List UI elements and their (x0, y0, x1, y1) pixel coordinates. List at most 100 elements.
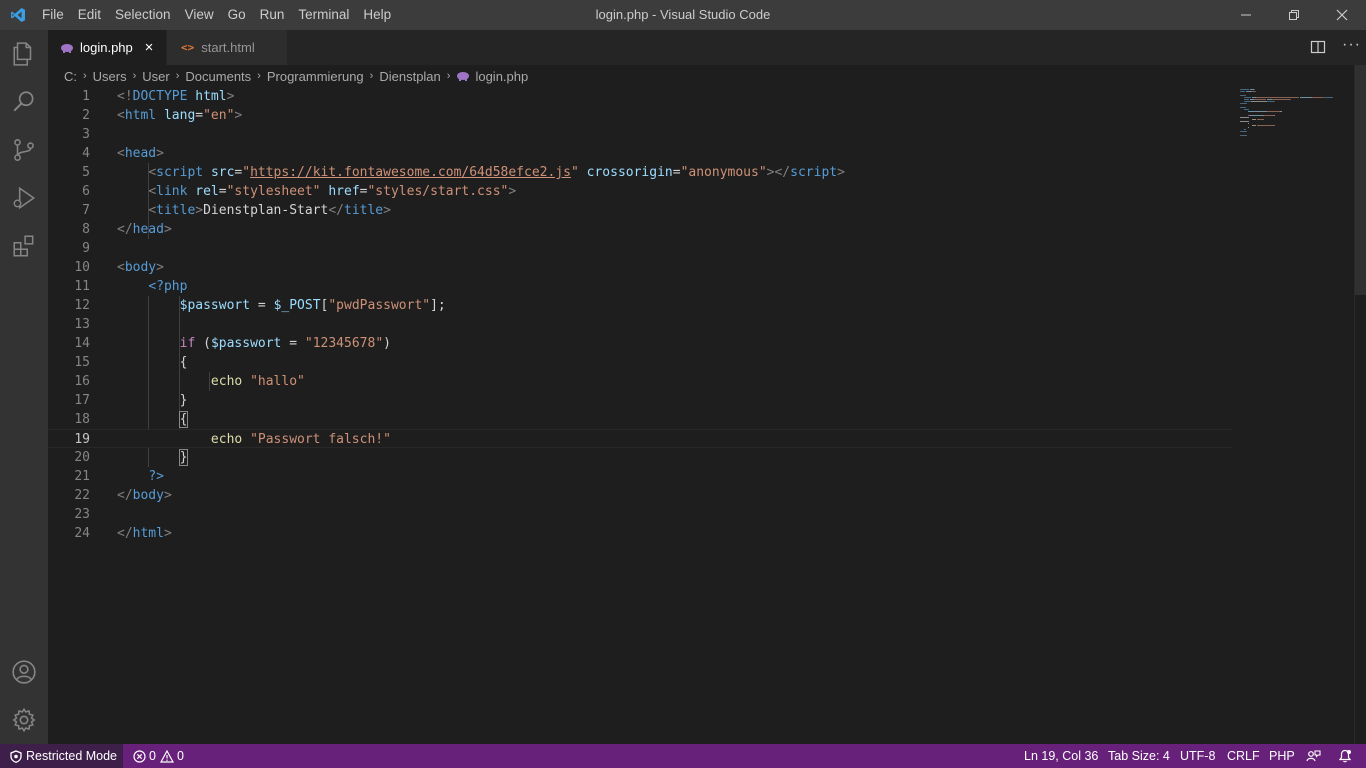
menu-go[interactable]: Go (221, 0, 253, 30)
code-token: " (242, 165, 251, 180)
code-line[interactable]: 11 <?php (48, 277, 1232, 296)
menu-run[interactable]: Run (253, 0, 292, 30)
line-number: 16 (74, 374, 90, 389)
code-token: html (132, 526, 164, 541)
code-token: { (117, 355, 188, 370)
code-line[interactable]: 15 { (48, 353, 1232, 372)
run-debug-icon[interactable] (0, 174, 48, 222)
tab-size[interactable]: Tab Size: 4 (1108, 744, 1170, 768)
code-line[interactable]: 17 } (48, 391, 1232, 410)
code-line[interactable]: 3 (48, 125, 1232, 144)
encoding[interactable]: UTF-8 (1180, 744, 1215, 768)
chevron-right-icon: › (446, 70, 451, 82)
minimap[interactable] (1232, 87, 1354, 744)
breadcrumb-item[interactable]: Users (93, 69, 127, 84)
code-line[interactable]: 19 echo "Passwort falsch!" (48, 429, 1232, 448)
manage-gear-icon[interactable] (0, 696, 48, 744)
code-token: > (156, 146, 164, 161)
code-token: "stylesheet" (226, 184, 321, 199)
code-line[interactable]: 13 (48, 315, 1232, 334)
code-token: echo (210, 374, 243, 389)
code-line[interactable]: 16 echo "hallo" (48, 372, 1232, 391)
code-line[interactable]: 20 } (48, 448, 1232, 467)
minimap-stroke (1240, 121, 1249, 122)
code-token: ( (195, 336, 211, 351)
code-token: } (178, 449, 189, 466)
code-token: "12345678" (304, 336, 384, 351)
line-endings[interactable]: CRLF (1227, 744, 1260, 768)
menu-file[interactable]: File (35, 0, 71, 30)
menu-terminal[interactable]: Terminal (291, 0, 356, 30)
breadcrumb-item[interactable]: Programmierung (267, 69, 364, 84)
code-line[interactable]: 12 $passwort = $_POST["pwdPasswort"]; (48, 296, 1232, 315)
breadcrumb-item[interactable]: C: (64, 69, 77, 84)
code-line[interactable]: 1 <!DOCTYPE html> (48, 87, 1232, 106)
menu-edit[interactable]: Edit (71, 0, 108, 30)
close-window-button[interactable] (1318, 0, 1366, 30)
breadcrumb-item[interactable]: Documents (185, 69, 251, 84)
code-line[interactable]: 7 <title>Dienstplan-Start</title> (48, 201, 1232, 220)
menu-selection[interactable]: Selection (108, 0, 178, 30)
code-line[interactable]: 8 </head> (48, 220, 1232, 239)
code-line[interactable]: 5 <script src="https://kit.fontawesome.c… (48, 163, 1232, 182)
explorer-icon[interactable] (0, 30, 48, 78)
line-number: 8 (82, 222, 90, 237)
code-line[interactable]: 10 <body> (48, 258, 1232, 277)
close-tab-icon[interactable]: × (142, 39, 156, 56)
vertical-scrollbar[interactable] (1354, 65, 1366, 744)
extensions-icon[interactable] (0, 222, 48, 270)
cursor-position[interactable]: Ln 19, Col 36 (1024, 744, 1098, 768)
php-elephant-icon (457, 72, 470, 81)
menu-view[interactable]: View (178, 0, 221, 30)
code-editor[interactable]: 1 <!DOCTYPE html> 2 <html lang="en"> 3 4 <head… (48, 87, 1232, 744)
window-controls (1222, 0, 1366, 30)
code-line[interactable]: 14 if ($passwort = "12345678") (48, 334, 1232, 353)
minimize-button[interactable] (1222, 0, 1270, 30)
line-number: 14 (74, 336, 90, 351)
tab-label: start.html (201, 40, 255, 55)
code-line[interactable]: 2 <html lang="en"> (48, 106, 1232, 125)
search-icon[interactable] (0, 78, 48, 126)
code-line[interactable]: 4 <head> (48, 144, 1232, 163)
breadcrumb-item[interactable]: login.php (475, 69, 528, 84)
tab-label: login.php (80, 40, 133, 55)
code-token[interactable]: https://kit.fontawesome.com/64d58efce2.j… (250, 165, 571, 180)
code-token: head (124, 146, 157, 161)
code-token: </ (117, 526, 133, 541)
tab-start-html[interactable]: <> start.html (167, 30, 287, 65)
code-token: ?> (148, 469, 164, 484)
line-number: 22 (74, 488, 90, 503)
breadcrumb-item[interactable]: Dienstplan (379, 69, 440, 84)
restore-button[interactable] (1270, 0, 1318, 30)
code-line[interactable]: 9 (48, 239, 1232, 258)
minimap-stroke (1254, 89, 1255, 90)
error-icon (133, 749, 146, 763)
code-line[interactable]: 18 { (48, 410, 1232, 429)
breadcrumb-item[interactable]: User (142, 69, 169, 84)
notifications-bell-icon[interactable] (1338, 744, 1352, 768)
problems-indicator[interactable]: 0 0 (133, 744, 184, 768)
code-line[interactable]: 24 </html> (48, 524, 1232, 543)
restricted-mode-indicator[interactable]: Restricted Mode (0, 744, 123, 768)
code-line[interactable]: 6 <link rel="stylesheet" href="styles/st… (48, 182, 1232, 201)
feedback-icon[interactable] (1306, 744, 1321, 768)
code-token: = (195, 108, 204, 123)
menu-help[interactable]: Help (356, 0, 398, 30)
minimap-stroke (1274, 115, 1275, 116)
scrollbar-thumb[interactable] (1355, 65, 1366, 295)
split-editor-icon[interactable] (1310, 39, 1326, 55)
source-control-icon[interactable] (0, 126, 48, 174)
minimap-stroke (1257, 119, 1264, 120)
code-line[interactable]: 22 </body> (48, 486, 1232, 505)
language-mode[interactable]: PHP (1269, 744, 1295, 768)
code-line[interactable]: 23 (48, 505, 1232, 524)
code-line[interactable]: 21 ?> (48, 467, 1232, 486)
line-number: 17 (74, 393, 90, 408)
more-actions-icon[interactable]: ··· (1342, 36, 1361, 54)
minimap-stroke (1255, 91, 1256, 92)
tab-login-php[interactable]: login.php × (48, 30, 166, 65)
accounts-icon[interactable] (0, 648, 48, 696)
